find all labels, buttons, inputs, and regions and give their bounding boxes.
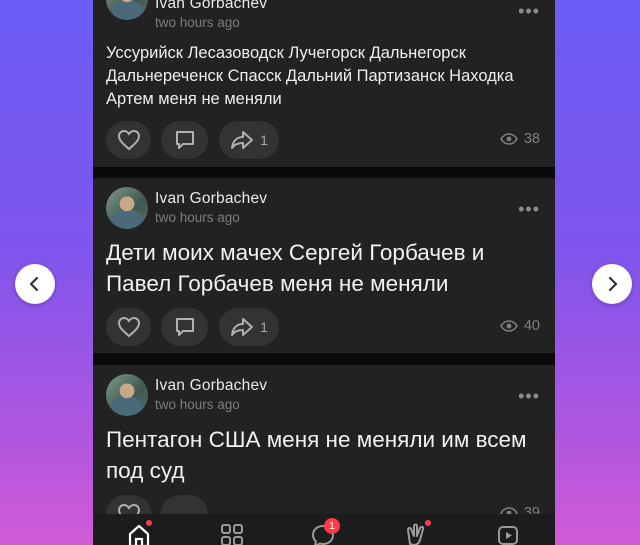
like-button[interactable] (106, 308, 151, 346)
views-counter: 38 (499, 131, 540, 147)
chevron-left-icon (29, 276, 39, 292)
video-icon[interactable] (495, 522, 521, 545)
post-card: Ivan Gorbachev two hours ago ••• Уссурий… (93, 0, 555, 167)
share-icon (231, 131, 254, 149)
views-count: 40 (523, 318, 540, 334)
post-text: Дети моих мачех Сергей Горбачев и Павел … (106, 240, 485, 296)
comment-button[interactable] (161, 308, 208, 346)
avatar[interactable] (106, 0, 148, 20)
post-time: two hours ago (155, 397, 240, 412)
clips-notification-dot (425, 520, 431, 526)
more-icon[interactable]: ••• (518, 200, 540, 218)
post-author[interactable]: Ivan Gorbachev (155, 190, 267, 208)
eye-icon (499, 320, 518, 332)
views-count: 38 (523, 131, 540, 147)
messages-icon[interactable]: 1 (310, 518, 340, 545)
post-text: Пентагон США меня не меняли им всем под … (106, 427, 527, 483)
share-count: 1 (260, 319, 268, 335)
post-text: Уссурийск Лесазоводск Лучегорск Дальнего… (106, 44, 514, 108)
share-count: 1 (260, 132, 268, 148)
heart-icon (117, 129, 140, 151)
previous-button[interactable] (15, 264, 55, 304)
heart-icon (117, 316, 140, 338)
home-icon[interactable] (126, 520, 152, 545)
clips-icon[interactable] (403, 520, 431, 545)
comment-icon (175, 131, 194, 149)
chevron-right-icon (608, 276, 618, 292)
avatar[interactable] (106, 187, 148, 229)
post-author[interactable]: Ivan Gorbachev (155, 377, 267, 395)
share-button[interactable]: 1 (219, 121, 279, 159)
avatar[interactable] (106, 374, 148, 416)
post-time: two hours ago (155, 15, 240, 30)
views-counter: 40 (499, 318, 540, 334)
post-time: two hours ago (155, 210, 240, 225)
feed-screen: Ivan Gorbachev two hours ago ••• Уссурий… (93, 0, 555, 545)
share-icon (231, 318, 254, 336)
eye-icon (499, 133, 518, 145)
bottom-tab-bar: 1 (93, 514, 555, 545)
home-notification-dot (146, 520, 152, 526)
post-card: Ivan Gorbachev two hours ago ••• Дети мо… (93, 178, 555, 353)
share-button[interactable]: 1 (219, 308, 279, 346)
more-icon[interactable]: ••• (518, 387, 540, 405)
post-author[interactable]: Ivan Gorbachev (155, 0, 267, 13)
more-icon[interactable]: ••• (518, 2, 540, 20)
next-button[interactable] (592, 264, 632, 304)
messages-badge: 1 (324, 518, 340, 534)
comment-button[interactable] (161, 121, 208, 159)
like-button[interactable] (106, 121, 151, 159)
services-icon[interactable] (219, 522, 245, 545)
comment-icon (175, 318, 194, 336)
